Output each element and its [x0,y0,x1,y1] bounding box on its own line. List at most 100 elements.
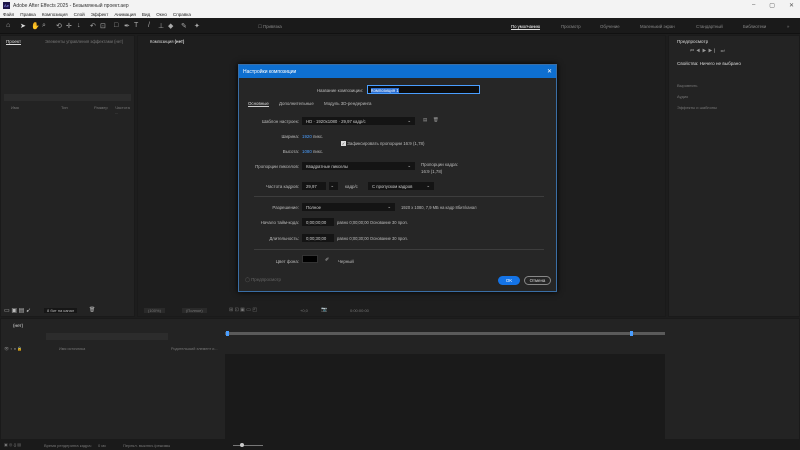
maximize-button[interactable]: ▢ [769,2,775,9]
playback-controls[interactable]: ⏮◀▶▶▏⏭ [690,48,727,53]
menu-file[interactable]: Файл [3,12,14,17]
duration-input[interactable]: 0;00;30;00 [302,234,334,242]
menu-view[interactable]: Вид [142,12,150,17]
preview-label: Предпросмотр [251,277,281,282]
stamp-tool-icon[interactable]: ⊥ [158,22,164,30]
tab-advanced[interactable]: Дополнительные [279,101,314,106]
pen-tool-icon[interactable]: ✒ [124,22,130,30]
rotate-tool-icon[interactable]: ↶ [90,22,96,30]
toggle-switches-modes[interactable]: Перекл. выключ./режимы [123,443,170,448]
pan-tool-icon[interactable]: ✛ [66,22,72,30]
timeline-tracks[interactable] [225,354,665,439]
selection-tool-icon[interactable]: ➤ [20,22,26,30]
pixel-aspect-select[interactable]: Квадратные пикселы [302,162,415,170]
zoom-slider[interactable] [233,445,263,446]
menu-help[interactable]: Справка [173,12,191,17]
tab-effect-controls[interactable]: Элементы управления эффектами (нет) [45,39,123,44]
home-icon[interactable]: ⌂ [6,22,10,29]
tab-project[interactable]: Проект [6,39,21,45]
zoom-slider-handle[interactable] [240,443,244,447]
resolution-select[interactable]: Полное [302,203,395,211]
height-value[interactable]: 1080 [302,149,312,154]
bit-depth-button[interactable]: 8 бит на канал [44,308,77,313]
render-time-value: 0 мс [98,443,106,448]
tab-basic[interactable]: Основные [248,101,269,107]
cancel-button[interactable]: Отмена [524,276,551,285]
workspace-learn[interactable]: Обучение [600,24,620,29]
menu-bar: Файл Правка Композиция Слой Эффект Анима… [0,11,800,18]
work-area-start[interactable] [226,331,229,336]
window-title: Adobe After Effects 2025 - Безымянный пр… [13,3,129,9]
exposure-value[interactable]: +0,0 [300,308,308,313]
menu-composition[interactable]: Композиция [42,12,68,17]
tab-composition[interactable]: Композиция (нет) [150,39,184,44]
hand-tool-icon[interactable]: ✋ [31,22,40,30]
lock-aspect-checkbox[interactable]: ✓ Зафиксировать пропорции 16:9 (1,78) [341,141,424,146]
brush-tool-icon[interactable]: / [148,22,150,29]
menu-window[interactable]: Окно [156,12,167,17]
rectangle-tool-icon[interactable]: □ [114,22,118,29]
puppet-tool-icon[interactable]: ✦ [194,22,200,30]
preview-checkbox[interactable]: ◯ Предпросмотр [245,277,281,283]
layer-switches-icons[interactable]: 👁 ◐ ● 🔒 [4,346,22,351]
width-field[interactable]: 1920 пикс. [302,134,323,139]
snapping-toggle[interactable]: ☐ Привязка [258,24,282,30]
section-effects[interactable]: Эффекты и шаблоны [677,105,717,110]
workspace-libraries[interactable]: Библиотеки [743,24,766,29]
minimize-button[interactable]: – [752,2,755,9]
start-timecode-input[interactable]: 0;00;00;00 [302,218,334,226]
dialog-close-icon[interactable]: ✕ [547,68,552,75]
workspace-standard[interactable]: Стандартный [696,24,723,29]
fps-input[interactable]: 29,97 [302,182,326,190]
close-button[interactable]: ✕ [789,2,794,9]
tab-3d-renderer[interactable]: Модуль 3D-рендеринга [324,101,371,106]
more-workspaces-icon[interactable]: » [787,24,789,29]
text-tool-icon[interactable]: T [134,22,138,29]
anchor-tool-icon[interactable]: ⊡ [100,22,106,30]
workspace-small-screen[interactable]: Маленький экран [640,24,675,29]
workspace-default[interactable]: По умолчанию [511,24,540,30]
fps-dropdown[interactable] [329,182,338,190]
width-value[interactable]: 1920 [302,134,312,139]
col-name[interactable]: Имя [11,105,19,110]
dolly-tool-icon[interactable]: ↓ [77,22,81,29]
comp-name-input[interactable]: Композиция 1 [367,85,480,94]
view-options-icons[interactable]: ⊞ ⊡ ▣ ▭ ◰ [229,307,257,313]
status-icons[interactable]: ▣ ◎ {} ▤ [4,442,21,447]
bg-color-swatch[interactable] [302,255,318,263]
project-search-input[interactable] [4,94,131,101]
section-align[interactable]: Выровнять [677,83,697,88]
orbit-tool-icon[interactable]: ⟲ [56,22,62,30]
section-audio[interactable]: Аудио [677,94,688,99]
save-preset-icon[interactable]: ▤ [423,117,427,123]
quality-select[interactable]: (Полное) [182,308,207,313]
menu-effect[interactable]: Эффект [91,12,109,17]
menu-animation[interactable]: Анимация [114,12,136,17]
menu-edit[interactable]: Правка [20,12,36,17]
new-folder-icon[interactable]: ▭ ▣ ▤ ➹ [4,307,31,314]
work-area-end[interactable] [630,331,633,336]
delete-preset-icon[interactable]: 🗑 [433,117,439,123]
zoom-select[interactable]: (100%) [144,308,165,313]
ok-button[interactable]: OK [498,276,520,285]
menu-layer[interactable]: Слой [74,12,85,17]
height-field[interactable]: 1080 пикс. [302,149,323,154]
current-time[interactable]: 0:00:00:00 [350,308,369,313]
work-area-bar[interactable] [225,332,665,335]
checkbox-checked-icon[interactable]: ✓ [341,141,346,146]
col-size[interactable]: Размер [94,105,108,110]
workspace-review[interactable]: Просмотр [561,24,581,29]
timeline-search-input[interactable] [46,333,168,340]
separator [254,196,544,197]
roto-tool-icon[interactable]: ✎ [181,22,187,30]
col-frame-rate[interactable]: Частота ... [115,105,134,115]
preset-select[interactable]: HD · 1920x1080 · 29,97 кадр/с [302,117,415,125]
zoom-tool-icon[interactable]: ⌕ [42,22,46,30]
tab-timeline[interactable]: (нет) [13,323,23,328]
drop-frame-select[interactable]: С пропуском кадров [368,182,434,190]
col-type[interactable]: Тип [61,105,68,110]
eraser-tool-icon[interactable]: ◆ [168,22,173,30]
snapshot-icon[interactable]: 📷 [321,307,327,313]
trash-icon[interactable]: 🗑 [89,307,95,313]
eyedropper-icon[interactable]: ✐ [325,257,329,263]
